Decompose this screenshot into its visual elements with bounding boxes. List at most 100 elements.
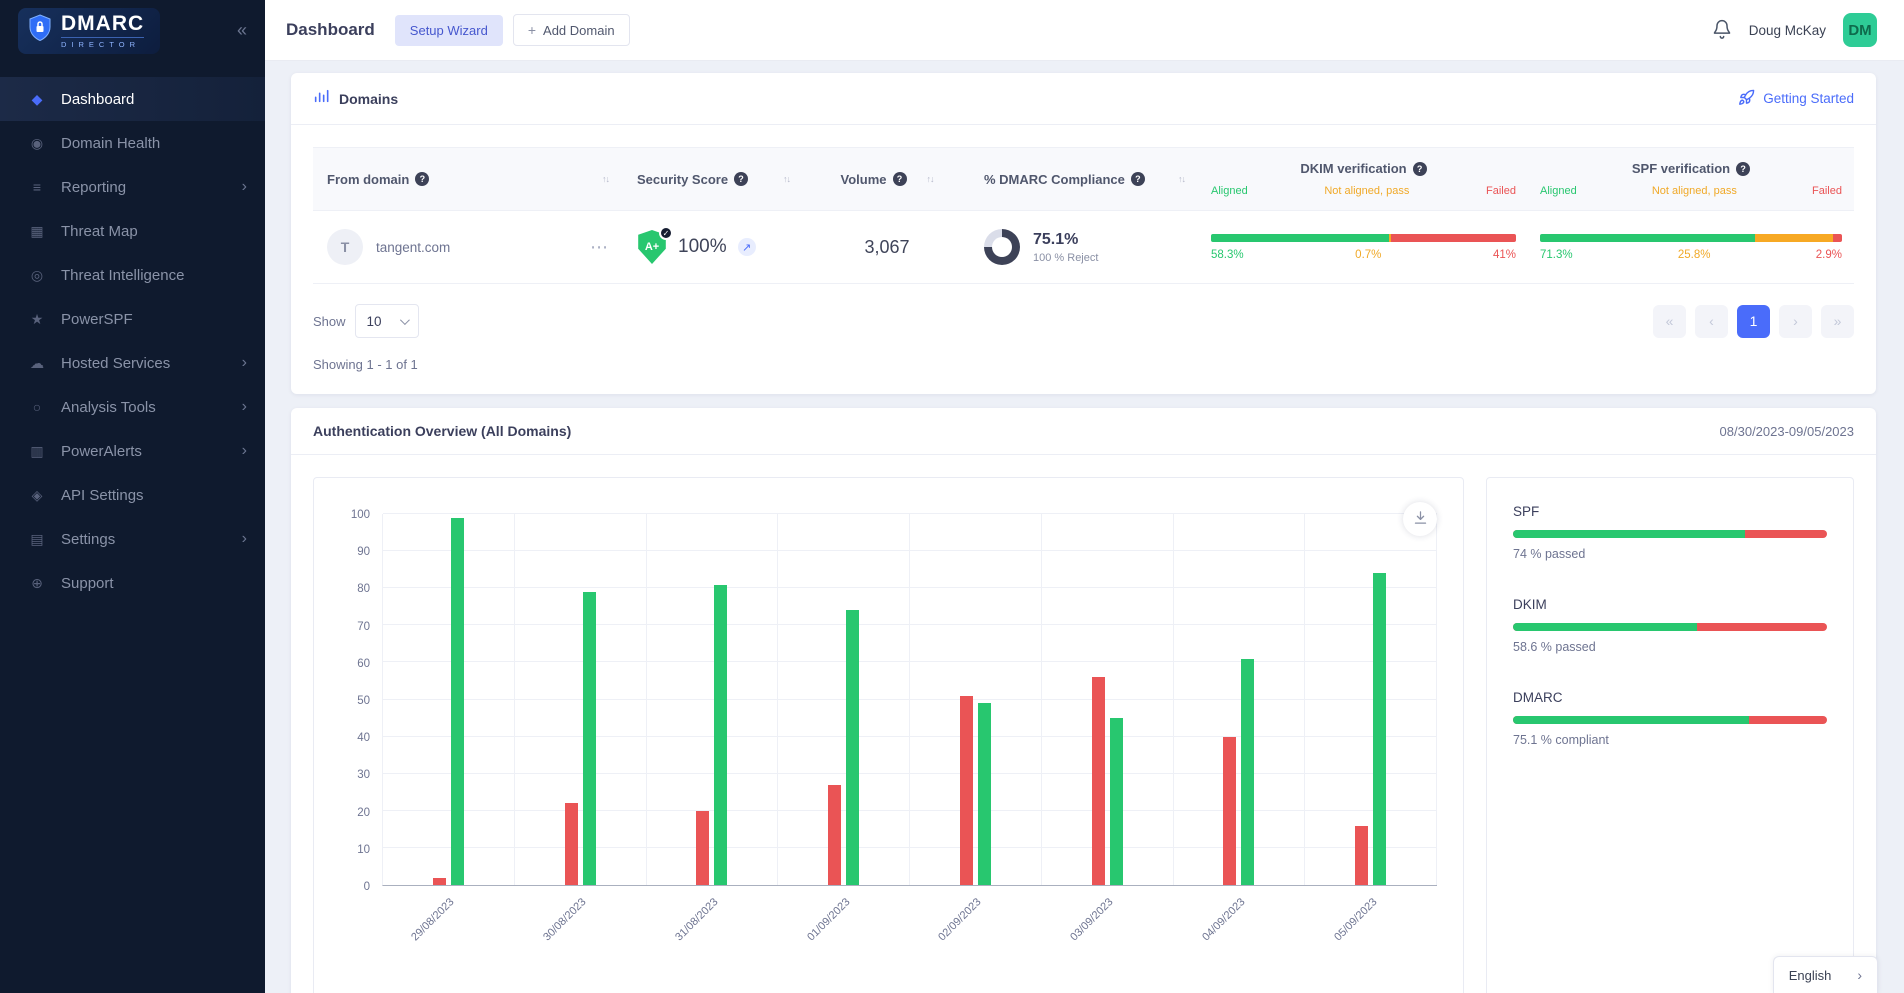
auth-overview-title: Authentication Overview (All Domains) (313, 423, 571, 439)
help-icon[interactable]: ? (734, 172, 748, 186)
x-axis-label: 30/08/2023 (541, 896, 588, 943)
stat-caption: 75.1 % compliant (1513, 733, 1827, 747)
add-domain-button[interactable]: + Add Domain (513, 14, 630, 46)
bell-icon (1712, 19, 1732, 42)
y-axis-label: 10 (357, 844, 370, 856)
bar-group (1305, 514, 1437, 885)
sidebar-item-poweralerts[interactable]: ▥ PowerAlerts › (0, 429, 265, 473)
bar-group (1042, 514, 1174, 885)
domains-card-title: Domains (339, 91, 398, 107)
column-label: DKIM verification (1300, 161, 1406, 176)
column-label: Volume (841, 172, 887, 187)
sidebar-header: DMARC DIRECTOR « (0, 0, 265, 61)
subcolumn-aligned: Aligned (1540, 185, 1577, 197)
support-icon: ⊕ (27, 575, 47, 592)
sidebar-item-api-settings[interactable]: ◈ API Settings (0, 473, 265, 517)
from-domain-cell: T tangent.com ⋯ (313, 229, 623, 265)
getting-started-link[interactable]: Getting Started (1738, 89, 1854, 109)
threat-map-icon: ▦ (27, 223, 47, 240)
help-icon[interactable]: ? (893, 172, 907, 186)
bar-passed (451, 518, 464, 885)
pagination-prev-button[interactable]: ‹ (1695, 305, 1728, 338)
dkim-aligned-segment (1211, 234, 1389, 242)
sidebar-item-threat-intelligence[interactable]: ◎ Threat Intelligence (0, 253, 265, 297)
bar-failed (1355, 826, 1368, 885)
gridline (383, 550, 1437, 551)
sidebar-item-label: Support (61, 575, 114, 592)
getting-started-label: Getting Started (1763, 91, 1854, 106)
help-icon[interactable]: ? (1413, 162, 1427, 176)
notifications-button[interactable] (1712, 19, 1732, 42)
x-axis-label: 04/09/2023 (1200, 896, 1247, 943)
x-axis-label: 02/09/2023 (937, 896, 984, 943)
gridline (383, 624, 1437, 625)
sort-icon[interactable]: ↑↓ (783, 174, 790, 184)
column-label: Security Score (637, 172, 728, 187)
plus-icon: + (528, 22, 536, 38)
column-from-domain[interactable]: From domain ? ↑↓ (313, 148, 623, 210)
auth-stats-panel: SPF 74 % passed DKIM 58.6 % passed (1486, 477, 1854, 993)
domain-avatar: T (327, 229, 363, 265)
column-label: % DMARC Compliance (984, 172, 1125, 187)
pagination-next-button[interactable]: › (1779, 305, 1812, 338)
sidebar-collapse-button[interactable]: « (233, 16, 251, 45)
logo[interactable]: DMARC DIRECTOR (18, 8, 160, 54)
sidebar-item-hosted-services[interactable]: ☁ Hosted Services › (0, 341, 265, 385)
stat-label: DMARC (1513, 690, 1827, 705)
setup-wizard-button[interactable]: Setup Wizard (395, 15, 503, 46)
bar-passed (978, 703, 991, 885)
powerspf-icon: ★ (27, 311, 47, 328)
sidebar-item-support[interactable]: ⊕ Support (0, 561, 265, 605)
bar-group (647, 514, 779, 885)
column-dmarc-compliance[interactable]: % DMARC Compliance ? ↑↓ (970, 148, 1199, 210)
y-axis-label: 80 (357, 583, 370, 595)
sidebar-item-analysis-tools[interactable]: ○ Analysis Tools › (0, 385, 265, 429)
stat-label: DKIM (1513, 597, 1827, 612)
sidebar-item-powerspf[interactable]: ★ PowerSPF (0, 297, 265, 341)
gridline (383, 661, 1437, 662)
language-selector[interactable]: English › (1773, 956, 1878, 993)
sidebar-item-domain-health[interactable]: ◉ Domain Health (0, 121, 265, 165)
pagination-page-1-button[interactable]: 1 (1737, 305, 1770, 338)
user-avatar[interactable]: DM (1843, 13, 1877, 47)
help-icon[interactable]: ? (1736, 162, 1750, 176)
security-grade: A+ (645, 241, 659, 253)
sidebar-item-settings[interactable]: ▤ Settings › (0, 517, 265, 561)
sort-icon[interactable]: ↑↓ (602, 174, 609, 184)
sidebar-item-label: PowerSPF (61, 311, 133, 328)
table-header: From domain ? ↑↓ Security Score ? ↑↓ Vol… (313, 147, 1854, 211)
help-icon[interactable]: ? (1131, 172, 1145, 186)
bar-failed (433, 878, 446, 885)
download-chart-button[interactable] (1403, 502, 1437, 536)
pagination-first-button[interactable]: « (1653, 305, 1686, 338)
subcolumn-aligned: Aligned (1211, 185, 1248, 197)
spf-aligned-value: 71.3% (1540, 249, 1573, 261)
y-axis-label: 50 (357, 695, 370, 707)
subcolumn-failed: Failed (1812, 185, 1842, 197)
pagination-last-button[interactable]: » (1821, 305, 1854, 338)
spf-progress-fill (1513, 530, 1745, 538)
dmarc-progress-bar (1513, 716, 1827, 724)
sort-icon[interactable]: ↑↓ (927, 174, 934, 184)
sidebar-item-threat-map[interactable]: ▦ Threat Map (0, 209, 265, 253)
compliance-note: 100 % Reject (1033, 252, 1098, 264)
column-volume[interactable]: Volume ? ↑↓ (804, 148, 970, 210)
chevron-right-icon: › (242, 354, 247, 372)
help-icon[interactable]: ? (415, 172, 429, 186)
domain-link[interactable]: tangent.com (376, 240, 450, 255)
bar-group (383, 514, 515, 885)
row-menu-button[interactable]: ⋯ (590, 237, 609, 258)
table-row[interactable]: T tangent.com ⋯ A+ ✓ 100% ↗ (313, 211, 1854, 284)
sidebar-item-dashboard[interactable]: ◆ Dashboard (0, 77, 265, 121)
column-security-score[interactable]: Security Score ? ↑↓ (623, 148, 804, 210)
page-size-select[interactable]: 10 (355, 304, 419, 338)
sidebar-item-reporting[interactable]: ≡ Reporting › (0, 165, 265, 209)
sort-icon[interactable]: ↑↓ (1178, 174, 1185, 184)
check-icon: ✓ (659, 226, 673, 240)
external-link-icon[interactable]: ↗ (738, 238, 756, 256)
column-spf-verification: SPF verification ? Aligned Not aligned, … (1528, 148, 1854, 210)
column-label: SPF verification (1632, 161, 1730, 176)
dkim-not-aligned-value: 0.7% (1355, 249, 1381, 261)
spf-progress-bar (1513, 530, 1827, 538)
bar-failed (696, 811, 709, 885)
